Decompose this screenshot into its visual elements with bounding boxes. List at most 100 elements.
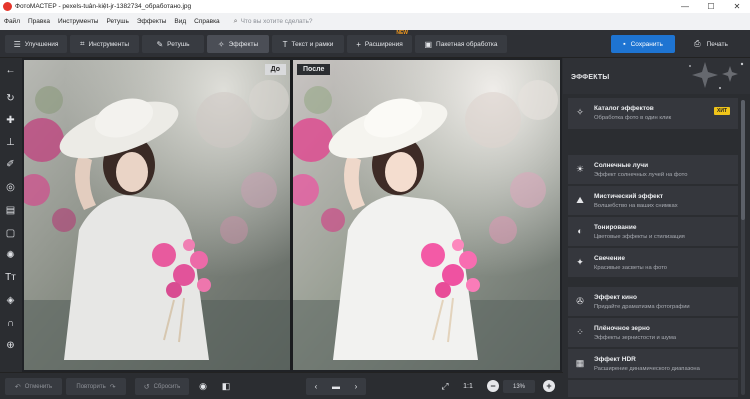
photo-before: До: [24, 60, 290, 370]
eye-icon[interactable]: ◉: [195, 378, 211, 395]
zoom-value[interactable]: 13%: [503, 380, 535, 393]
print-label: Печать: [706, 40, 728, 48]
text-icon[interactable]: Tт: [0, 269, 21, 285]
before-label: До: [264, 64, 286, 75]
zoom-1-1-button[interactable]: 1:1: [460, 378, 476, 395]
tab-label: Инструменты: [88, 40, 130, 48]
effect-cinema[interactable]: ✇ Эффект кино Придайте драматизма фотогр…: [568, 287, 738, 317]
command-search[interactable]: ⌕ Что вы хотите сделать?: [234, 18, 313, 26]
plus-icon: +: [356, 39, 361, 49]
menu-effects[interactable]: Эффекты: [137, 18, 167, 25]
save-button[interactable]: ▪ Сохранить: [611, 35, 675, 53]
effect-film-grain[interactable]: ⁘ Плёночное зерно Эффекты зернистости и …: [568, 318, 738, 348]
rotate-icon[interactable]: ↻: [0, 90, 21, 106]
search-icon: ⌕: [233, 17, 238, 25]
maximize-button[interactable]: ☐: [698, 0, 724, 13]
healing-patch-icon[interactable]: ✚: [0, 112, 21, 128]
effects-scrollbar[interactable]: [741, 100, 745, 395]
effect-desc: Эффект солнечных лучей на фото: [594, 172, 688, 178]
effect-desc: Цветовые эффекты и стилизация: [594, 234, 685, 240]
minimize-button[interactable]: —: [672, 0, 698, 13]
menu-file[interactable]: Файл: [4, 18, 20, 25]
bottom-bar: ↶ Отменить Повторить ↷ ↺ Сбросить ◉ ◧ ‹ …: [0, 372, 563, 399]
tab-effects[interactable]: ✧ Эффекты: [207, 35, 269, 53]
file-navigation: ‹ ▬ ›: [306, 378, 366, 395]
menu-help[interactable]: Справка: [194, 18, 220, 25]
zoom-in-icon[interactable]: +: [543, 380, 555, 392]
effect-next-partial[interactable]: [568, 380, 738, 398]
effect-desc: Обработка фото в один клик: [594, 115, 672, 121]
sun-icon: ☀: [575, 163, 585, 174]
undo-label: Отменить: [24, 383, 53, 390]
redo-button[interactable]: Повторить ↷: [66, 378, 126, 395]
scrollbar-thumb[interactable]: [741, 100, 745, 220]
tab-enhancements[interactable]: ☰ Улучшения: [5, 35, 67, 53]
magic-wand-icon: ✧: [217, 39, 225, 49]
effect-hdr[interactable]: ▦ Эффект HDR Расширение динамического ди…: [568, 349, 738, 379]
tab-extensions[interactable]: + Расширения NEW: [347, 30, 412, 53]
reset-button[interactable]: ↺ Сбросить: [135, 378, 189, 395]
effect-desc: Эффекты зернистости и шума: [594, 335, 677, 341]
effect-name: Мистический эффект: [594, 193, 664, 200]
redo-icon: ↷: [109, 383, 116, 391]
app-logo-icon: [3, 2, 12, 11]
new-badge: NEW: [396, 30, 408, 36]
menu-retouch[interactable]: Ретушь: [106, 18, 128, 25]
grain-icon: ⁘: [576, 326, 584, 337]
batch-icon: ▣: [424, 39, 433, 49]
film-reel-icon: ✇: [576, 295, 584, 306]
radial-filter-icon[interactable]: ◎: [0, 179, 21, 195]
effect-sun-rays[interactable]: ☀ Солнечные лучи Эффект солнечных лучей …: [568, 155, 738, 185]
vignette-icon[interactable]: ▢: [0, 225, 21, 241]
magic-wand-icon: ✧: [576, 106, 584, 117]
tab-label: Расширения: [364, 40, 403, 48]
brush-icon[interactable]: ✐: [0, 156, 21, 172]
search-placeholder: Что вы хотите сделать?: [240, 18, 313, 25]
hdr-icon: ▦: [575, 357, 585, 368]
left-tool-sidebar: ← ↻ ✚ ⊥ ✐ ◎ ▤ ▢ ✺ Tт ◈ ∩ ⊕: [0, 58, 21, 372]
effect-mystic[interactable]: ⛰ Мистический эффект Волшебство на ваших…: [568, 186, 738, 216]
menu-view[interactable]: Вид: [174, 18, 186, 25]
tab-batch-processing[interactable]: ▣ Пакетная обработка: [415, 35, 507, 53]
light-icon[interactable]: ✺: [0, 247, 21, 263]
undo-icon: ↶: [14, 383, 21, 391]
after-label: После: [297, 64, 331, 75]
reset-icon: ↺: [143, 383, 150, 391]
prev-image-icon[interactable]: ‹: [306, 378, 326, 395]
effect-toning[interactable]: ◐ Тонирование Цветовые эффекты и стилиза…: [568, 217, 738, 247]
print-button[interactable]: ⎙ Печать: [680, 35, 742, 53]
stamp-icon[interactable]: ⊥: [0, 134, 21, 150]
effect-name: Эффект кино: [594, 294, 637, 301]
close-button[interactable]: ✕: [724, 0, 750, 13]
zoom-out-icon[interactable]: −: [487, 380, 499, 392]
fit-screen-icon[interactable]: ⤢: [437, 378, 453, 395]
effect-desc: Волшебство на ваших снимках: [594, 203, 678, 209]
tab-tools[interactable]: ⌗ Инструменты: [70, 35, 139, 53]
compare-split-icon[interactable]: ◧: [218, 378, 234, 395]
menu-tools[interactable]: Инструменты: [58, 18, 99, 25]
tab-label: Улучшения: [24, 40, 59, 48]
tab-label: Текст и рамки: [291, 40, 334, 48]
undo-button[interactable]: ↶ Отменить: [5, 378, 62, 395]
tab-label: Эффекты: [228, 40, 259, 48]
effects-catalog-item[interactable]: ✧ Каталог эффектов Обработка фото в один…: [568, 98, 738, 130]
reset-label: Сбросить: [153, 383, 181, 390]
tab-retouch[interactable]: ✎ Ретушь: [142, 35, 204, 53]
gradient-filter-icon[interactable]: ▤: [0, 202, 21, 218]
folder-icon[interactable]: ▬: [326, 378, 346, 395]
next-image-icon[interactable]: ›: [346, 378, 366, 395]
sliders-icon: ☰: [13, 39, 21, 49]
menu-edit[interactable]: Правка: [28, 18, 50, 25]
effect-desc: Придайте драматизма фотографии: [594, 304, 690, 310]
effects-panel-header: ЭФФЕКТЫ: [563, 58, 750, 94]
effect-glow[interactable]: ✦ Свечение Красивые засветы на фото: [568, 248, 738, 278]
hit-badge: ХИТ: [714, 107, 730, 115]
effects-panel-title: ЭФФЕКТЫ: [571, 74, 610, 81]
fill-bucket-icon[interactable]: ◈: [0, 292, 21, 308]
target-icon[interactable]: ⊕: [0, 337, 21, 353]
half-circle-icon: ◐: [577, 226, 583, 236]
back-arrow-icon[interactable]: ←: [0, 62, 21, 78]
effect-desc: Красивые засветы на фото: [594, 265, 668, 271]
magnet-icon[interactable]: ∩: [0, 315, 21, 331]
tab-text-frames[interactable]: T Текст и рамки: [272, 35, 344, 53]
